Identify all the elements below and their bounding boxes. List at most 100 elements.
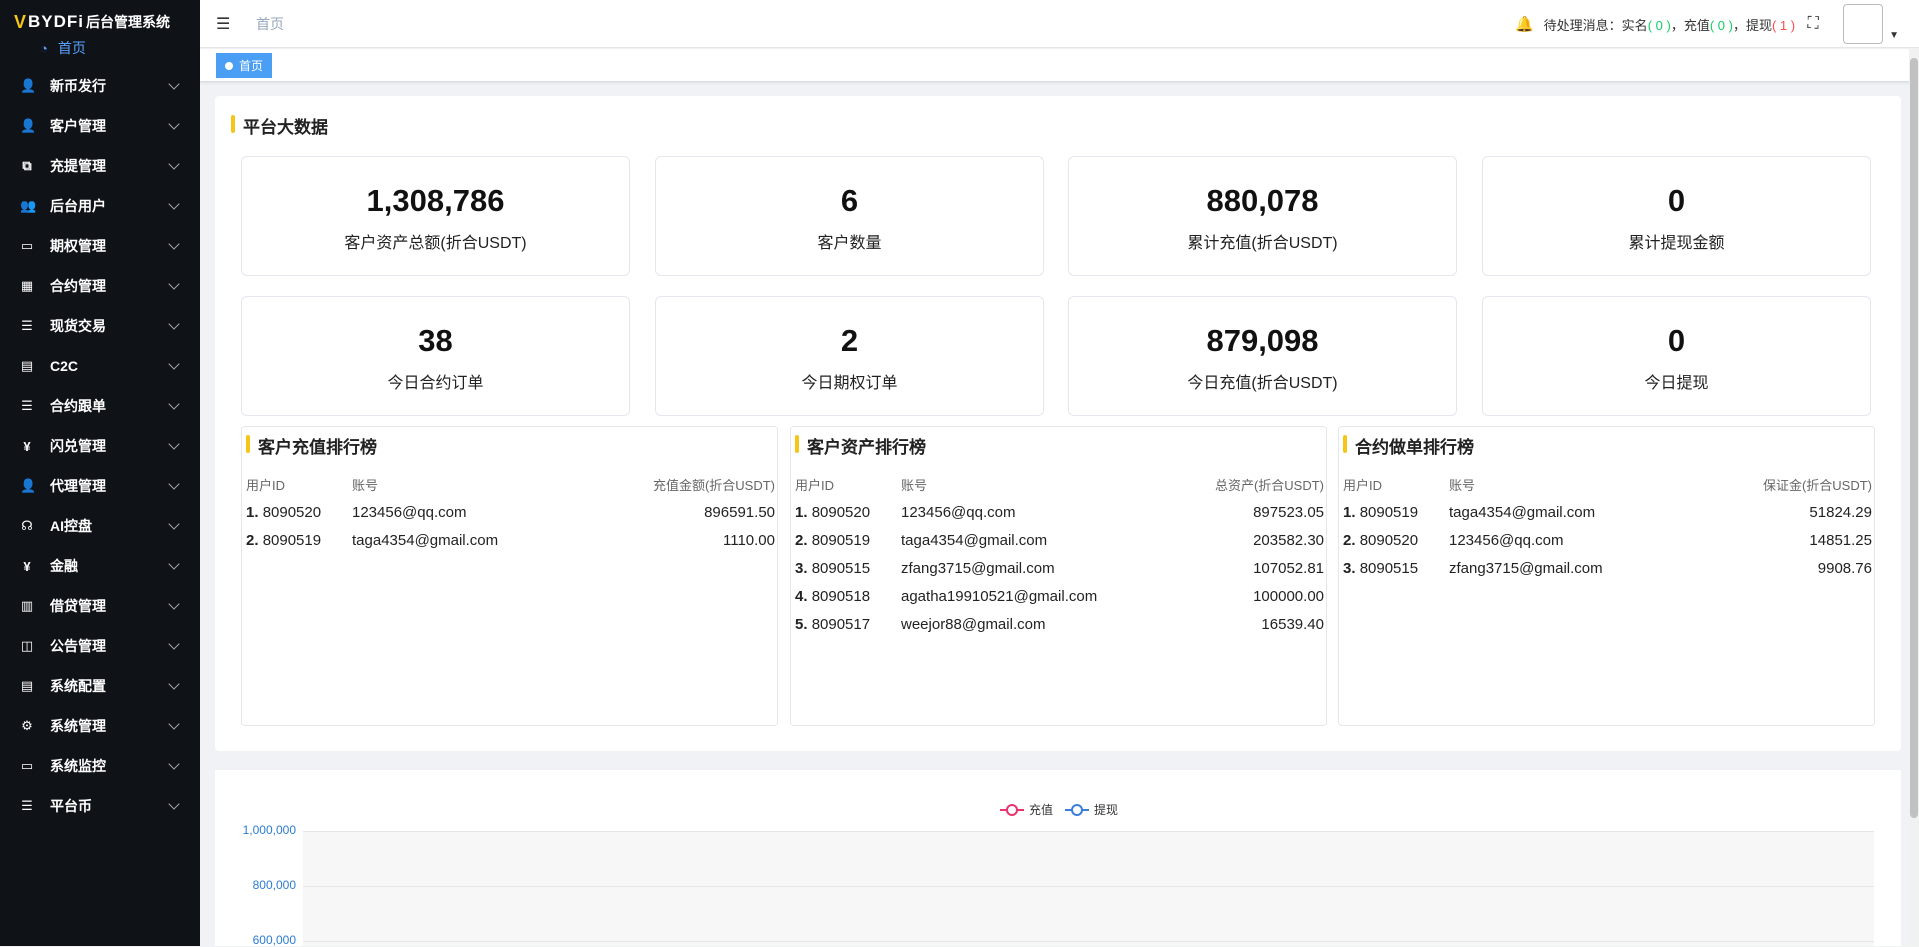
chevron-down-icon xyxy=(168,758,180,770)
notice-sep-deposit: ，充值 xyxy=(1670,17,1710,33)
user-id: 8090520 xyxy=(262,503,322,521)
sidebar-item[interactable]: ▤ C2C xyxy=(0,346,200,386)
legend-item[interactable]: 提现 xyxy=(1065,801,1118,818)
sidebar-item[interactable]: ☰ 平台币 xyxy=(0,786,200,826)
column-header: 账号 xyxy=(1449,478,1476,493)
legend-line-icon xyxy=(1065,803,1090,816)
bell-icon[interactable]: 🔔 xyxy=(1515,15,1534,33)
chevron-down-icon xyxy=(168,118,180,130)
rank-number: 5. xyxy=(795,615,808,633)
legend-item[interactable]: 充值 xyxy=(1000,801,1053,818)
sidebar-item[interactable]: ☊ AI控盘 xyxy=(0,506,200,546)
user-id-cell: 5. 8090517 xyxy=(795,610,901,638)
column-header: 充值金额(折合USDT) xyxy=(652,478,775,493)
sidebar-item[interactable]: ◫ 公告管理 xyxy=(0,626,200,666)
sidebar-item[interactable]: ▦ 合约管理 xyxy=(0,266,200,306)
stat-value: 880,078 xyxy=(1206,183,1319,218)
sidebar-item[interactable]: 👤 客户管理 xyxy=(0,106,200,146)
sidebar-item[interactable]: ☰ 现货交易 xyxy=(0,306,200,346)
table-row[interactable]: 2. 8090519 taga4354@gmail.com 1110.00 xyxy=(246,526,775,554)
chart-legend: 充值 提现 xyxy=(1000,801,1130,818)
legend-label: 提现 xyxy=(1094,803,1119,817)
sidebar-item-label: 首页 xyxy=(57,40,86,56)
table-row[interactable]: 1. 8090520 123456@qq.com 897523.05 xyxy=(795,498,1324,526)
deposit-count[interactable]: ( 0 ) xyxy=(1710,18,1733,33)
sidebar-item[interactable]: 👥 后台用户 xyxy=(0,186,200,226)
user-id: 8090519 xyxy=(262,531,322,549)
avatar[interactable] xyxy=(1843,4,1884,44)
user-id: 8090517 xyxy=(811,615,871,633)
ranking-title: 合约做单排行榜 xyxy=(1343,433,1474,458)
sidebar-item[interactable]: ☰ 合约跟单 xyxy=(0,386,200,426)
tag-home[interactable]: 首页 xyxy=(216,53,273,78)
stat-card: 6 客户数量 xyxy=(655,156,1044,276)
page-scrollbar[interactable] xyxy=(1909,48,1919,946)
amount-cell: 897523.05 xyxy=(1253,503,1324,521)
stat-label: 累计提现金额 xyxy=(1628,235,1725,252)
book-icon: ▥ xyxy=(20,598,34,613)
amount-cell: 1110.00 xyxy=(723,531,775,549)
ranking-card: 客户资产排行榜 用户ID 账号 总资产(折合USDT) 1. 8090520 123456… xyxy=(790,426,1327,726)
amount-cell: 9908.76 xyxy=(1817,559,1872,577)
sidebar-item[interactable]: 👤 代理管理 xyxy=(0,466,200,506)
fullscreen-icon[interactable]: ⛶ xyxy=(1803,15,1823,33)
sidebar-item-label: 期权管理 xyxy=(50,238,106,254)
sidebar-item-home[interactable]: ◔ 首页 xyxy=(0,38,200,58)
list-icon: ☰ xyxy=(21,318,33,333)
top-navbar: ☰ 首页 🔔 待处理消息：实名( 0 )，充值( 0 )，提现( 1 ) ⛶ ▼ xyxy=(200,0,1919,48)
chevron-down-icon xyxy=(168,318,180,330)
sidebar-item[interactable]: ▥ 借贷管理 xyxy=(0,586,200,626)
rank-number: 4. xyxy=(795,587,808,605)
chevron-down-icon xyxy=(168,358,180,370)
sidebar-item-label: 现货交易 xyxy=(50,318,106,334)
hamburger-icon[interactable]: ☰ xyxy=(216,14,234,34)
amount-cell: 107052.81 xyxy=(1253,559,1324,577)
table-row[interactable]: 4. 8090518 agatha19910521@gmail.com 100000… xyxy=(795,582,1324,610)
sidebar-item[interactable]: ⧉ 充提管理 xyxy=(0,146,200,186)
table-row[interactable]: 3. 8090515 zfang3715@gmail.com 107052.81 xyxy=(795,554,1324,582)
table-row[interactable]: 1. 8090519 taga4354@gmail.com 51824.29 xyxy=(1343,498,1872,526)
scrollbar-thumb[interactable] xyxy=(1910,58,1918,818)
user-id-cell: 1. 8090520 xyxy=(795,498,901,526)
table-row[interactable]: 3. 8090515 zfang3715@gmail.com 9908.76 xyxy=(1343,554,1872,582)
stat-label: 客户资产总额(折合USDT) xyxy=(344,235,527,252)
table-row[interactable]: 5. 8090517 weejor88@gmail.com 16539.40 xyxy=(795,610,1324,638)
table-row[interactable]: 2. 8090520 123456@qq.com 14851.25 xyxy=(1343,526,1872,554)
sidebar-item-label: 闪兑管理 xyxy=(50,438,106,454)
stat-value: 0 xyxy=(1667,323,1686,358)
yen-icon: ¥ xyxy=(23,558,31,574)
sidebar-item[interactable]: ¥ 闪兑管理 xyxy=(0,426,200,466)
chevron-down-icon xyxy=(168,518,180,530)
ranking-title: 客户充值排行榜 xyxy=(246,433,377,458)
chevron-down-icon xyxy=(168,718,180,730)
sidebar-item[interactable]: ▭ 期权管理 xyxy=(0,226,200,266)
y-tick-label: 1,000,000 xyxy=(242,823,296,837)
user-id-cell: 2. 8090520 xyxy=(1343,526,1449,554)
caret-down-icon[interactable]: ▼ xyxy=(1889,30,1899,41)
document-icon: ▤ xyxy=(20,678,34,693)
sidebar-item[interactable]: ▤ 系统配置 xyxy=(0,666,200,706)
sidebar-item[interactable]: ⚙ 系统管理 xyxy=(0,706,200,746)
chevron-down-icon xyxy=(168,158,180,170)
table-row[interactable]: 2. 8090519 taga4354@gmail.com 203582.30 xyxy=(795,526,1324,554)
sidebar-item[interactable]: ▭ 系统监控 xyxy=(0,746,200,786)
chevron-down-icon xyxy=(168,238,180,250)
stat-value: 879,098 xyxy=(1206,323,1319,358)
user-id-cell: 1. 8090520 xyxy=(246,498,352,526)
active-dot-icon xyxy=(225,61,233,70)
table-row[interactable]: 1. 8090520 123456@qq.com 896591.50 xyxy=(246,498,775,526)
sidebar-item[interactable]: ¥ 金融 xyxy=(0,546,200,586)
sidebar-item-label: AI控盘 xyxy=(50,518,92,534)
stat-card: 880,078 累计充值(折合USDT) xyxy=(1068,156,1457,276)
column-header: 总资产(折合USDT) xyxy=(1214,478,1324,493)
user-icon: 👤 xyxy=(20,78,37,93)
sidebar-item-label: 合约管理 xyxy=(50,278,106,294)
withdraw-count[interactable]: ( 1 ) xyxy=(1772,18,1795,33)
dashboard-icon: ◔ xyxy=(40,40,48,56)
realname-count[interactable]: ( 0 ) xyxy=(1648,18,1671,33)
chevron-down-icon xyxy=(168,598,180,610)
sidebar-item[interactable]: 👤 新币发行 xyxy=(0,66,200,106)
pending-notice: 待处理消息：实名( 0 )，充值( 0 )，提现( 1 ) xyxy=(1544,15,1795,34)
sidebar-item-label: 公告管理 xyxy=(50,638,106,654)
breadcrumb[interactable]: 首页 xyxy=(256,14,284,34)
